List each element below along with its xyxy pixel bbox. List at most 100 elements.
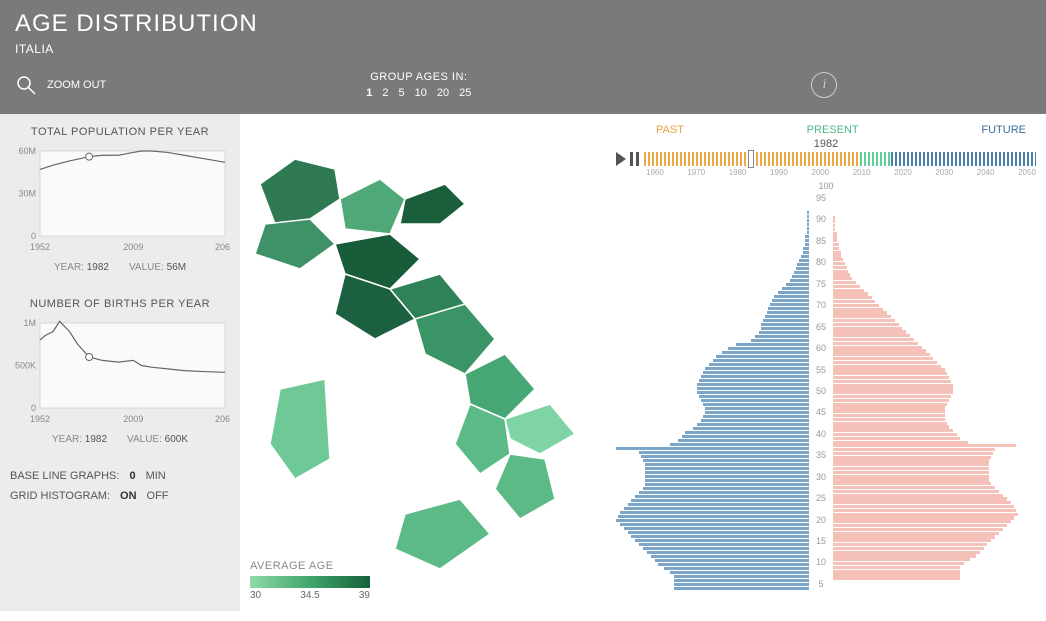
- right-panel: PAST PRESENT FUTURE 1982 196019701980199…: [616, 114, 1046, 611]
- pyramid-female-bar: [833, 437, 960, 440]
- pyramid-male-bar: [616, 519, 809, 522]
- pyramid-female-bar: [833, 239, 837, 242]
- pyramid-male-side: [616, 191, 809, 591]
- pyramid-female-bar: [833, 232, 837, 235]
- pyramid-female-bar: [833, 330, 906, 333]
- pyramid-male-bar: [765, 315, 809, 318]
- pyramid-female-bar: [833, 372, 947, 375]
- pyramid-female-bar: [833, 444, 1016, 447]
- pyramid-male-bar: [628, 531, 809, 534]
- pyramid-male-bar: [651, 555, 809, 558]
- pyramid-male-bar: [701, 419, 809, 422]
- italy-map[interactable]: [240, 124, 590, 594]
- pyramid-female-bar: [833, 441, 968, 444]
- pyramid-female-bar: [833, 414, 945, 417]
- population-chart[interactable]: 030M60M195220092065: [10, 146, 230, 256]
- pyramid-male-bar: [674, 583, 809, 586]
- pyramid-male-bar: [678, 439, 809, 442]
- pyramid-female-bar: [833, 270, 848, 273]
- pyramid-female-bar: [833, 327, 902, 330]
- group-age-2[interactable]: 2: [382, 87, 388, 99]
- pyramid-male-bar: [655, 559, 809, 562]
- group-age-20[interactable]: 20: [437, 87, 449, 99]
- pyramid-male-bar: [618, 515, 809, 518]
- pyramid-female-bar: [833, 543, 987, 546]
- info-button[interactable]: i: [811, 72, 837, 98]
- pyramid-female-bar: [833, 501, 1011, 504]
- pyramid-male-bar: [639, 543, 809, 546]
- group-age-10[interactable]: 10: [415, 87, 427, 99]
- pyramid-male-bar: [645, 467, 809, 470]
- pyramid-female-bar: [833, 342, 918, 345]
- pyramid-female-bar: [833, 292, 868, 295]
- pyramid-female-bar: [833, 334, 910, 337]
- population-pyramid[interactable]: 100 959085807570656055504540353025201510…: [616, 181, 1036, 601]
- pyramid-male-bar: [722, 351, 809, 354]
- pyramid-female-bar: [833, 323, 899, 326]
- pyramid-female-bar: [833, 418, 945, 421]
- pyramid-male-bar: [645, 463, 809, 466]
- pyramid-female-bar: [833, 368, 945, 371]
- pyramid-male-bar: [697, 391, 809, 394]
- pyramid-female-bar: [833, 349, 926, 352]
- pyramid-female-bar: [833, 520, 1011, 523]
- pyramid-female-bar: [833, 262, 845, 265]
- pause-icon[interactable]: [630, 152, 640, 166]
- pyramid-female-bar: [833, 380, 951, 383]
- pyramid-female-bar: [833, 528, 1003, 531]
- svg-text:0: 0: [31, 231, 36, 241]
- pyramid-male-bar: [670, 571, 809, 574]
- pyramid-female-bar: [833, 422, 947, 425]
- pyramid-male-bar: [670, 443, 809, 446]
- baseline-opt-0[interactable]: 0: [129, 470, 135, 482]
- pyramid-male-bar: [674, 587, 809, 590]
- group-age-5[interactable]: 5: [399, 87, 405, 99]
- pyramid-female-bar: [833, 304, 879, 307]
- pyramid-male-bar: [790, 279, 809, 282]
- pyramid-female-bar: [833, 220, 835, 223]
- header: AGE DISTRIBUTION ITALIA ZOOM OUT GROUP A…: [0, 0, 1046, 114]
- play-icon[interactable]: [616, 152, 628, 166]
- pyramid-female-bar: [833, 300, 875, 303]
- pyramid-female-bar: [833, 254, 841, 257]
- pyramid-female-bar: [833, 486, 995, 489]
- pyramid-female-bar: [833, 406, 945, 409]
- play-controls: [616, 152, 640, 166]
- pyramid-female-bar: [833, 532, 999, 535]
- births-chart[interactable]: 0500K1M195220092065: [10, 318, 230, 428]
- map-legend: AVERAGE AGE 30 34.5 39: [250, 560, 370, 601]
- pyramid-female-bar: [833, 216, 835, 219]
- timeline-period-labels: PAST PRESENT FUTURE: [616, 124, 1036, 138]
- pop-chart-title: TOTAL POPULATION PER YEAR: [10, 126, 230, 138]
- pyramid-female-bar: [833, 247, 839, 250]
- timeline-marker[interactable]: [748, 150, 754, 168]
- pyramid-male-bar: [643, 547, 809, 550]
- pyramid-female-bar: [833, 558, 970, 561]
- pyramid-male-bar: [736, 343, 809, 346]
- grid-opt-off[interactable]: OFF: [147, 490, 169, 502]
- pyramid-male-bar: [658, 563, 809, 566]
- pyramid-top-tick: 100: [616, 181, 1036, 191]
- pyramid-female-bar: [833, 258, 843, 261]
- timeline-slider[interactable]: [644, 152, 1036, 166]
- pyramid-female-bar: [833, 463, 989, 466]
- pyramid-male-bar: [616, 447, 809, 450]
- pyramid-female-bar: [833, 494, 1003, 497]
- grid-opt-on[interactable]: ON: [120, 490, 137, 502]
- pyramid-male-bar: [643, 459, 809, 462]
- group-age-25[interactable]: 25: [459, 87, 471, 99]
- baseline-opt-min[interactable]: MIN: [146, 470, 166, 482]
- group-age-1[interactable]: 1: [366, 87, 372, 99]
- pyramid-male-bar: [628, 503, 809, 506]
- svg-text:500K: 500K: [15, 361, 36, 371]
- pyramid-male-bar: [774, 295, 809, 298]
- pyramid-female-bar: [833, 566, 960, 569]
- pyramid-female-bar: [833, 429, 953, 432]
- pyramid-male-bar: [761, 323, 809, 326]
- pyramid-female-bar: [833, 475, 989, 478]
- pyramid-male-bar: [664, 567, 809, 570]
- main-content: TOTAL POPULATION PER YEAR 030M60M1952200…: [0, 114, 1046, 611]
- svg-text:1952: 1952: [30, 414, 50, 424]
- pyramid-female-bar: [833, 338, 914, 341]
- zoom-out-button[interactable]: ZOOM OUT: [15, 74, 106, 96]
